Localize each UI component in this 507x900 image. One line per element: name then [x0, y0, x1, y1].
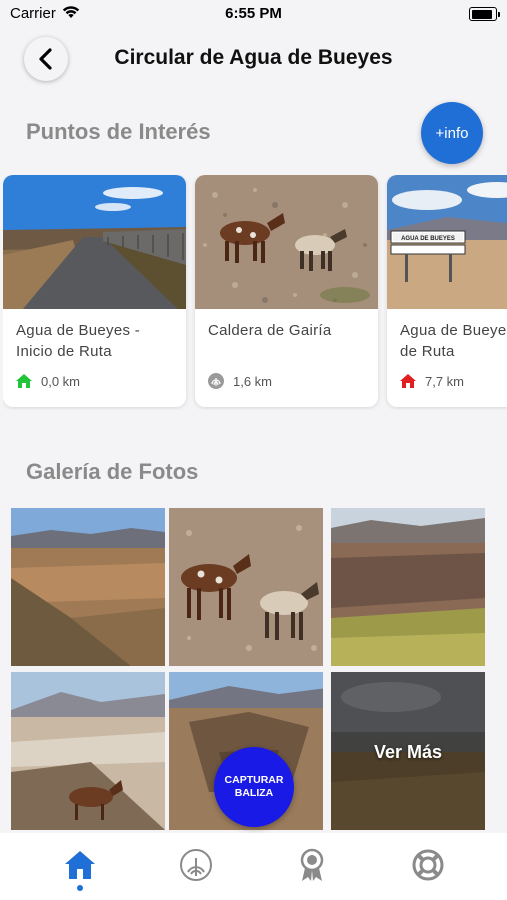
- home-icon: [400, 374, 416, 388]
- points-carousel[interactable]: Agua de Bueyes - Inicio de Ruta 0,0 km C…: [3, 175, 507, 410]
- poi-image-road: [3, 175, 186, 309]
- tab-bar: [0, 833, 507, 900]
- view-more-tile[interactable]: Ver Más: [331, 672, 485, 830]
- status-bar: Carrier 6:55 PM: [0, 0, 507, 28]
- info-button[interactable]: +info: [421, 102, 483, 164]
- view-more-label: Ver Más: [373, 742, 443, 762]
- lifebuoy-icon: [412, 849, 444, 881]
- tab-awards[interactable]: [292, 845, 332, 885]
- gallery-photo[interactable]: [169, 508, 323, 666]
- poi-name: Agua de Bueyes - Fin de Ruta: [400, 322, 507, 360]
- poi-card-caldera[interactable]: Caldera de Gairía 1,6 km: [195, 175, 378, 407]
- poi-distance: 7,7 km: [399, 372, 464, 390]
- gallery-photo[interactable]: [331, 508, 485, 666]
- fingerprint-icon: [208, 373, 224, 389]
- active-tab-indicator: [77, 885, 83, 891]
- poi-card-start[interactable]: Agua de Bueyes - Inicio de Ruta 0,0 km: [3, 175, 186, 407]
- points-of-interest-heading: Puntos de Interés: [26, 119, 211, 144]
- svg-text:AGUA DE BUEYES: AGUA DE BUEYES: [401, 236, 455, 242]
- page-title: Circular de Agua de Bueyes: [114, 46, 393, 69]
- poi-distance: 1,6 km: [207, 372, 272, 390]
- poi-name: Caldera de Gairía: [208, 322, 332, 339]
- home-icon: [65, 851, 95, 879]
- beacon-icon: [180, 849, 212, 881]
- clock: 6:55 PM: [225, 5, 282, 22]
- poi-distance: 0,0 km: [15, 372, 80, 390]
- poi-image-goats: [195, 175, 378, 309]
- poi-image-sign: AGUA DE BUEYES: [387, 175, 507, 309]
- poi-name: Agua de Bueyes - Inicio de Ruta: [16, 322, 141, 360]
- gallery-heading: Galería de Fotos: [26, 459, 199, 484]
- tab-home[interactable]: [60, 845, 100, 885]
- gallery-photo[interactable]: [11, 508, 165, 666]
- capture-beacon-button[interactable]: CAPTURAR BALIZA: [214, 747, 294, 827]
- poi-card-end[interactable]: AGUA DE BUEYES Agua de Bueyes - Fin de R…: [387, 175, 507, 407]
- battery-icon: [469, 7, 500, 21]
- award-icon: [300, 848, 324, 881]
- tab-help[interactable]: [408, 845, 448, 885]
- gallery-photo[interactable]: [11, 672, 165, 830]
- home-icon: [16, 374, 32, 388]
- tab-beacons[interactable]: [176, 845, 216, 885]
